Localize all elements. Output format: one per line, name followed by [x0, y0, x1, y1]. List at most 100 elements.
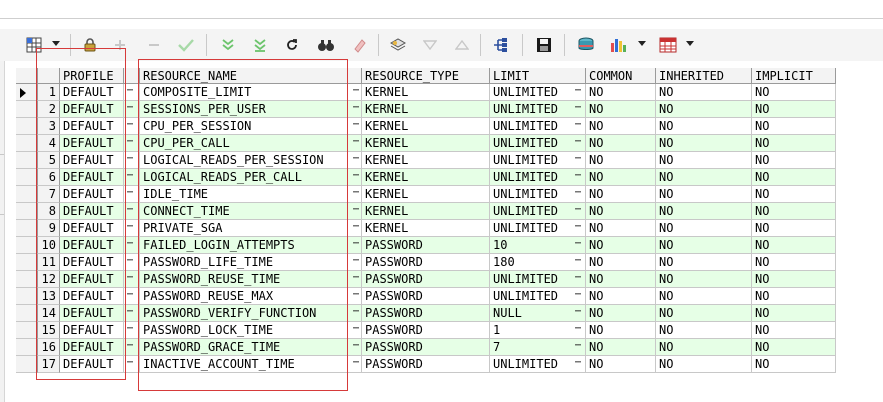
explain-plan-icon[interactable]: [490, 35, 510, 55]
cell-ellipsis-button[interactable]: ⋯: [350, 339, 362, 356]
cell-profile[interactable]: DEFAULT: [60, 339, 124, 356]
cell-profile[interactable]: DEFAULT: [60, 220, 124, 237]
fetch-last-icon[interactable]: [250, 35, 270, 55]
cell-resource-type[interactable]: KERNEL: [362, 203, 490, 220]
cell-profile[interactable]: DEFAULT: [60, 118, 124, 135]
cell-resource-type[interactable]: KERNEL: [362, 220, 490, 237]
table-row[interactable]: 7 DEFAULT IDLE_TIME KERNEL UNLIMITED NO NO NO ⋯ ⋯…: [16, 186, 836, 203]
cell-ellipsis-button[interactable]: ⋯: [350, 322, 362, 339]
cell-ellipsis-button[interactable]: ⋯: [350, 169, 362, 186]
cell-profile[interactable]: DEFAULT: [60, 356, 124, 373]
cell-implicit[interactable]: NO: [752, 356, 836, 373]
row-indicator-cell[interactable]: [16, 135, 38, 152]
cell-profile[interactable]: DEFAULT: [60, 271, 124, 288]
cell-implicit[interactable]: NO: [752, 339, 836, 356]
refresh-icon[interactable]: [282, 35, 302, 55]
cell-ellipsis-button[interactable]: ⋯: [350, 118, 362, 135]
cell-ellipsis-button[interactable]: ⋯: [124, 220, 136, 237]
cell-resource-type[interactable]: PASSWORD: [362, 339, 490, 356]
row-indicator-cell[interactable]: [16, 322, 38, 339]
cell-ellipsis-button[interactable]: ⋯: [350, 356, 362, 373]
cell-resource-type[interactable]: PASSWORD: [362, 271, 490, 288]
cell-inherited[interactable]: NO: [656, 322, 752, 339]
cell-inherited[interactable]: NO: [656, 339, 752, 356]
cell-ellipsis-button[interactable]: ⋯: [124, 356, 136, 373]
cell-implicit[interactable]: NO: [752, 84, 836, 101]
cell-inherited[interactable]: NO: [656, 203, 752, 220]
cell-ellipsis-button[interactable]: ⋯: [350, 84, 362, 101]
cell-resource-type[interactable]: PASSWORD: [362, 305, 490, 322]
cell-common[interactable]: NO: [586, 254, 656, 271]
row-indicator-cell[interactable]: [16, 203, 38, 220]
row-indicator-cell[interactable]: [16, 339, 38, 356]
cell-ellipsis-button[interactable]: ⋯: [572, 118, 584, 135]
cell-common[interactable]: NO: [586, 152, 656, 169]
cell-resource-name[interactable]: PRIVATE_SGA: [140, 220, 362, 237]
cell-ellipsis-button[interactable]: ⋯: [572, 220, 584, 237]
cell-resource-type[interactable]: PASSWORD: [362, 322, 490, 339]
cell-inherited[interactable]: NO: [656, 271, 752, 288]
cell-resource-type[interactable]: KERNEL: [362, 152, 490, 169]
cell-inherited[interactable]: NO: [656, 254, 752, 271]
cell-ellipsis-button[interactable]: ⋯: [124, 152, 136, 169]
cell-resource-name[interactable]: CPU_PER_CALL: [140, 135, 362, 152]
cell-implicit[interactable]: NO: [752, 237, 836, 254]
cell-resource-name[interactable]: INACTIVE_ACCOUNT_TIME: [140, 356, 362, 373]
row-indicator-cell[interactable]: [16, 254, 38, 271]
cell-ellipsis-button[interactable]: ⋯: [124, 101, 136, 118]
cell-common[interactable]: NO: [586, 118, 656, 135]
cell-ellipsis-button[interactable]: ⋯: [124, 203, 136, 220]
cell-resource-type[interactable]: KERNEL: [362, 169, 490, 186]
cell-ellipsis-button[interactable]: ⋯: [124, 186, 136, 203]
cell-implicit[interactable]: NO: [752, 169, 836, 186]
cell-ellipsis-button[interactable]: ⋯: [350, 288, 362, 305]
cell-inherited[interactable]: NO: [656, 237, 752, 254]
cell-resource-name[interactable]: PASSWORD_GRACE_TIME: [140, 339, 362, 356]
cell-profile[interactable]: DEFAULT: [60, 288, 124, 305]
cell-resource-type[interactable]: PASSWORD: [362, 237, 490, 254]
cell-ellipsis-button[interactable]: ⋯: [124, 254, 136, 271]
cell-common[interactable]: NO: [586, 101, 656, 118]
row-indicator-cell[interactable]: [16, 169, 38, 186]
cell-inherited[interactable]: NO: [656, 186, 752, 203]
row-indicator-cell[interactable]: [16, 237, 38, 254]
export-icon[interactable]: [576, 35, 596, 55]
table-view-icon[interactable]: [658, 35, 678, 55]
cell-ellipsis-button[interactable]: ⋯: [124, 339, 136, 356]
row-indicator-cell[interactable]: [16, 271, 38, 288]
table-row[interactable]: 2 DEFAULT SESSIONS_PER_USER KERNEL UNLIMITED…: [16, 101, 836, 118]
cell-inherited[interactable]: NO: [656, 288, 752, 305]
cell-inherited[interactable]: NO: [656, 84, 752, 101]
cell-resource-name[interactable]: LOGICAL_READS_PER_SESSION: [140, 152, 362, 169]
cell-inherited[interactable]: NO: [656, 305, 752, 322]
cell-resource-type[interactable]: KERNEL: [362, 186, 490, 203]
cell-ellipsis-button[interactable]: ⋯: [124, 118, 136, 135]
cell-resource-type[interactable]: KERNEL: [362, 118, 490, 135]
row-indicator-cell[interactable]: [16, 118, 38, 135]
cell-resource-type[interactable]: PASSWORD: [362, 254, 490, 271]
cell-implicit[interactable]: NO: [752, 254, 836, 271]
cell-resource-name[interactable]: PASSWORD_REUSE_MAX: [140, 288, 362, 305]
chart-icon[interactable]: [608, 35, 628, 55]
cell-profile[interactable]: DEFAULT: [60, 254, 124, 271]
cell-common[interactable]: NO: [586, 322, 656, 339]
column-header-inherited[interactable]: INHERITED: [656, 68, 752, 84]
cell-ellipsis-button[interactable]: ⋯: [124, 84, 136, 101]
cell-implicit[interactable]: NO: [752, 118, 836, 135]
cell-profile[interactable]: DEFAULT: [60, 135, 124, 152]
cell-ellipsis-button[interactable]: ⋯: [350, 186, 362, 203]
cell-resource-name[interactable]: LOGICAL_READS_PER_CALL: [140, 169, 362, 186]
cell-inherited[interactable]: NO: [656, 101, 752, 118]
cell-inherited[interactable]: NO: [656, 220, 752, 237]
cell-common[interactable]: NO: [586, 203, 656, 220]
add-record-icon[interactable]: [110, 35, 130, 55]
cell-inherited[interactable]: NO: [656, 152, 752, 169]
cell-implicit[interactable]: NO: [752, 288, 836, 305]
cell-ellipsis-button[interactable]: ⋯: [124, 237, 136, 254]
cell-common[interactable]: NO: [586, 271, 656, 288]
table-row[interactable]: 9 DEFAULT PRIVATE_SGA KERNEL UNLIMITED NO NO NO…: [16, 220, 836, 237]
sort-icon[interactable]: [452, 35, 472, 55]
cell-profile[interactable]: DEFAULT: [60, 169, 124, 186]
cell-profile[interactable]: DEFAULT: [60, 186, 124, 203]
cell-common[interactable]: NO: [586, 135, 656, 152]
